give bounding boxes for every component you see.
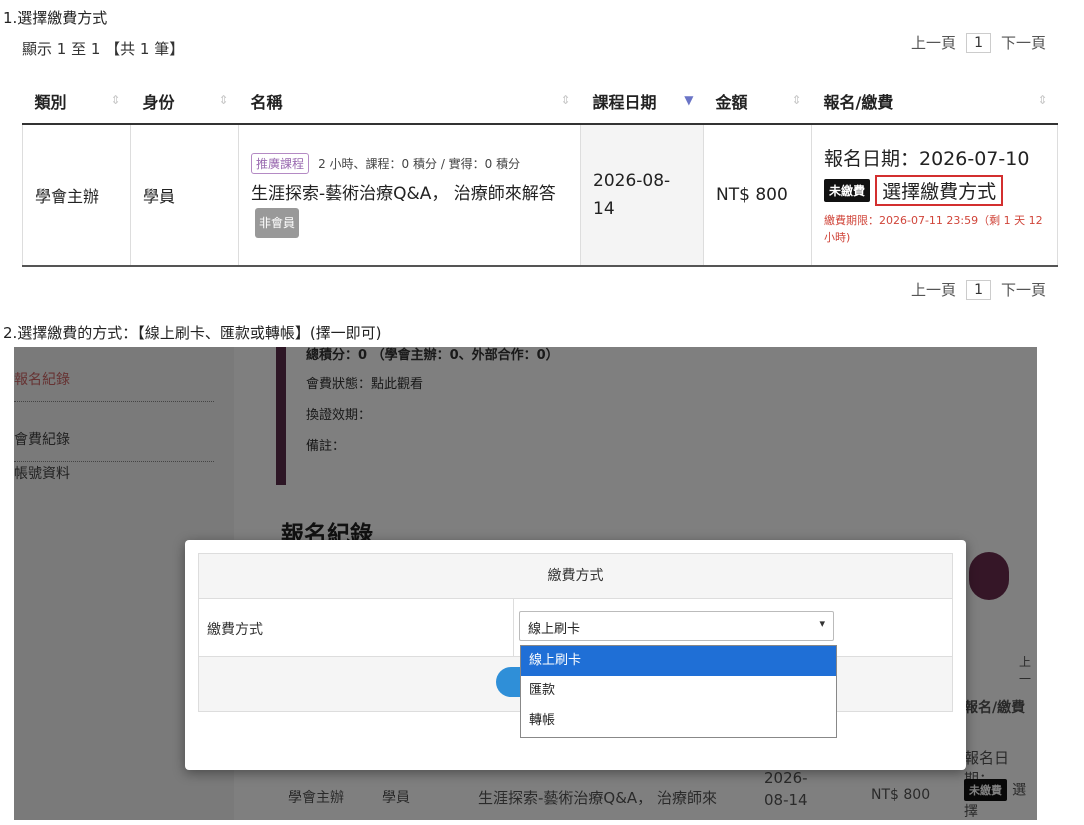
- cell-category: 學會主辦: [22, 124, 131, 267]
- step1-title: 1.選擇繳費方式: [3, 9, 108, 27]
- option-online-card[interactable]: 線上刷卡: [521, 646, 836, 676]
- selected-value: 線上刷卡: [528, 622, 581, 637]
- payment-screenshot: 報名紀錄 會費紀錄 帳號資料 總積分：0 （學會主辦：0、外部合作：0） 會費狀…: [14, 347, 1037, 820]
- select-payment-link[interactable]: 選擇繳費方式: [875, 175, 1004, 206]
- sort-icon: ⇕: [560, 93, 571, 107]
- payment-deadline: 繳費期限：2026-07-11 23:59（剩 1 天 12 小時): [824, 214, 1043, 244]
- prev-page-link[interactable]: 上一頁: [911, 279, 956, 300]
- cell-name: 推廣課程 2 小時、課程：0 積分 / 實得：0 積分 生涯探索-藝術治療Q&A…: [238, 124, 581, 267]
- sort-desc-icon: ▼: [684, 93, 694, 107]
- option-transfer[interactable]: 轉帳: [521, 706, 836, 736]
- sort-icon: ⇕: [110, 93, 121, 107]
- header-category[interactable]: 類別 ⇕: [22, 79, 131, 125]
- option-remittance[interactable]: 匯款: [521, 676, 836, 706]
- page-number-button[interactable]: 1: [966, 279, 991, 300]
- record-count: 顯示 1 至 1 【共 1 筆】: [22, 40, 185, 58]
- header-course-date[interactable]: 課程日期 ▼: [580, 79, 704, 125]
- caret-down-icon: ▾: [819, 617, 825, 630]
- prev-page-link[interactable]: 上一頁: [911, 32, 956, 53]
- registration-table: 類別 ⇕ 身份 ⇕ 名稱 ⇕ 課程日期 ▼ 金額 ⇕ 報名/繳費 ⇕ 學會主辦 學員 推廣課…: [22, 79, 1058, 267]
- cell-signup: 報名日期：2026-07-10 未繳費 選擇繳費方式 繳費期限：2026-07-…: [811, 124, 1058, 267]
- course-name-link[interactable]: 生涯探索-藝術治療Q&A， 治療師來解答: [251, 184, 556, 204]
- signup-date: 報名日期：2026-07-10: [824, 148, 1030, 170]
- header-name[interactable]: 名稱 ⇕: [238, 79, 581, 125]
- member-tag: 非會員: [255, 207, 300, 238]
- unpaid-badge: 未繳費: [824, 179, 871, 202]
- step2-title: 2.選擇繳費的方式：【線上刷卡、匯款或轉帳】(擇一即可): [3, 324, 382, 342]
- confirm-button[interactable]: [496, 667, 522, 697]
- modal-title: 繳費方式: [199, 554, 952, 599]
- cell-amount: NT$ 800: [703, 124, 812, 267]
- next-page-link[interactable]: 下一頁: [1001, 32, 1046, 53]
- header-amount[interactable]: 金額 ⇕: [703, 79, 812, 125]
- cell-course-date: 2026-08-14: [580, 124, 704, 267]
- next-page-link[interactable]: 下一頁: [1001, 279, 1046, 300]
- payment-method-label: 繳費方式: [207, 622, 263, 638]
- sort-icon: ⇕: [791, 93, 802, 107]
- divider: [513, 599, 514, 656]
- page-number-button[interactable]: 1: [966, 32, 991, 53]
- header-signup[interactable]: 報名/繳費 ⇕: [811, 79, 1058, 125]
- payment-method-select[interactable]: 線上刷卡 ▾: [519, 611, 834, 641]
- sort-icon: ⇕: [1037, 93, 1048, 107]
- payment-method-dropdown: 線上刷卡 匯款 轉帳: [520, 645, 837, 738]
- cell-identity: 學員: [130, 124, 239, 267]
- pager-bottom: 上一頁 1 下一頁: [911, 279, 1046, 300]
- table-row: 學會主辦 學員 推廣課程 2 小時、課程：0 積分 / 實得：0 積分 生涯探索…: [22, 124, 1058, 267]
- sort-icon: ⇕: [218, 93, 229, 107]
- header-identity[interactable]: 身份 ⇕: [130, 79, 239, 125]
- promo-tag: 推廣課程: [251, 152, 310, 174]
- course-meta: 2 小時、課程：0 積分 / 實得：0 積分: [318, 156, 521, 171]
- pager-top: 上一頁 1 下一頁: [911, 32, 1046, 53]
